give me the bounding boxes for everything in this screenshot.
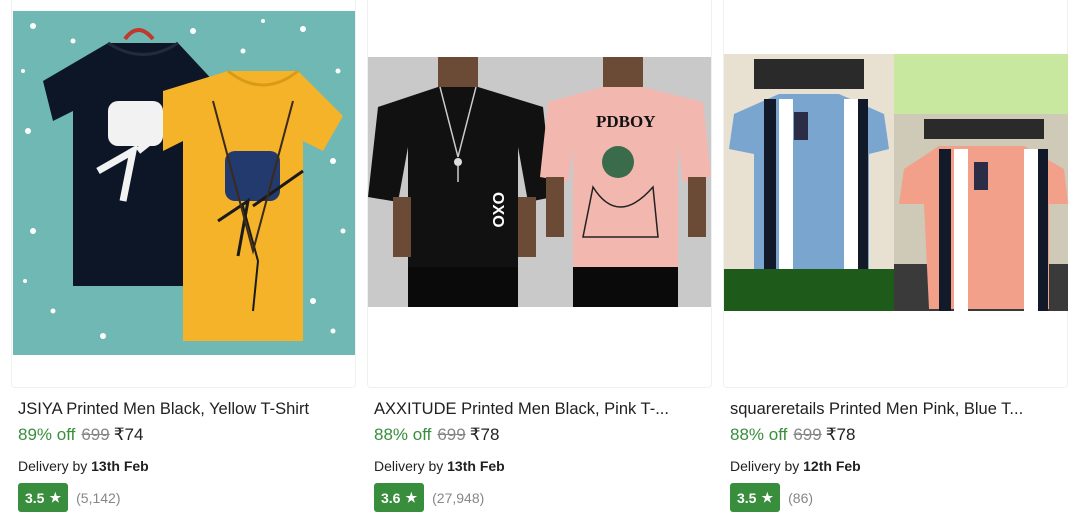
product-card[interactable]: squareretails Printed Men Pink, Blue T..…: [723, 0, 1068, 520]
delivery-prefix: Delivery by: [18, 458, 88, 474]
star-icon: ★: [49, 490, 62, 505]
product-image-container[interactable]: OXO PDBOY: [367, 0, 712, 388]
price-row: 88% off 699 ₹78: [374, 424, 499, 446]
discount-label: 88% off: [374, 425, 432, 444]
selling-price: ₹78: [825, 425, 856, 444]
product-title[interactable]: JSIYA Printed Men Black, Yellow T-Shirt: [18, 398, 353, 420]
product-card[interactable]: OXO PDBOY AXXITUDE Printed Men Black, Pi…: [367, 0, 712, 520]
product-image-container[interactable]: [723, 0, 1068, 388]
star-icon: ★: [405, 490, 418, 505]
original-price: 699: [81, 425, 110, 444]
shirt-print-text: OXO: [489, 192, 506, 228]
rating-value: 3.5: [25, 489, 45, 506]
original-price: 699: [437, 425, 466, 444]
rating-count: (86): [788, 489, 814, 506]
star-icon: ★: [761, 490, 774, 505]
rating-value: 3.5: [737, 489, 757, 506]
product-image[interactable]: [724, 54, 1068, 311]
delivery-prefix: Delivery by: [730, 458, 800, 474]
selling-price: ₹78: [469, 425, 500, 444]
shirt-print-text: PDBOY: [596, 112, 656, 131]
original-price: 699: [793, 425, 822, 444]
rating-row: 3.5 ★ (5,142): [18, 483, 120, 512]
delivery-prefix: Delivery by: [374, 458, 444, 474]
rating-row: 3.5 ★ (86): [730, 483, 813, 512]
delivery-date: 12th Feb: [803, 458, 861, 474]
discount-label: 88% off: [730, 425, 788, 444]
discount-label: 89% off: [18, 425, 76, 444]
product-title[interactable]: AXXITUDE Printed Men Black, Pink T-...: [374, 398, 709, 420]
rating-row: 3.6 ★ (27,948): [374, 483, 484, 512]
selling-price: ₹74: [113, 425, 144, 444]
delivery-info: Delivery by 13th Feb: [374, 457, 505, 475]
rating-badge: 3.5 ★: [730, 483, 781, 512]
product-image[interactable]: [13, 11, 355, 355]
price-row: 88% off 699 ₹78: [730, 424, 855, 446]
delivery-date: 13th Feb: [447, 458, 505, 474]
rating-badge: 3.6 ★: [374, 483, 425, 512]
price-row: 89% off 699 ₹74: [18, 424, 143, 446]
delivery-info: Delivery by 12th Feb: [730, 457, 861, 475]
rating-value: 3.6: [381, 489, 401, 506]
rating-count: (5,142): [76, 489, 121, 506]
rating-badge: 3.5 ★: [18, 483, 69, 512]
delivery-info: Delivery by 13th Feb: [18, 457, 149, 475]
product-title[interactable]: squareretails Printed Men Pink, Blue T..…: [730, 398, 1065, 420]
product-image-container[interactable]: [11, 0, 356, 388]
product-grid: JSIYA Printed Men Black, Yellow T-Shirt …: [0, 0, 1075, 520]
delivery-date: 13th Feb: [91, 458, 149, 474]
product-image[interactable]: OXO PDBOY: [368, 57, 711, 307]
rating-count: (27,948): [432, 489, 485, 506]
product-card[interactable]: JSIYA Printed Men Black, Yellow T-Shirt …: [11, 0, 356, 520]
